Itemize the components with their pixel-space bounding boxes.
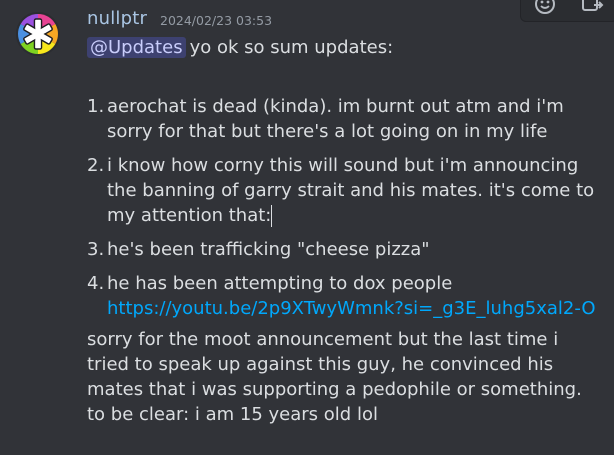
- list-item: 3. he's been trafficking "cheese pizza": [87, 237, 602, 262]
- update-list: 1. aerochat is dead (kinda). im burnt ou…: [87, 94, 602, 321]
- list-item-text: i know how corny this will sound but i'm…: [107, 155, 595, 226]
- rainbow-asterisk-icon: [16, 12, 60, 56]
- message-content: @Updates yo ok so sum updates: 1. aerocha…: [87, 35, 602, 427]
- add-reaction-icon: [535, 0, 555, 14]
- list-number: 3.: [87, 239, 105, 260]
- username[interactable]: nullptr: [87, 8, 147, 29]
- message-toolbar: [520, 0, 614, 22]
- message-timestamp: 2024/02/23 03:53: [160, 13, 273, 28]
- intro-text: yo ok so sum updates:: [189, 37, 394, 58]
- list-number: 4.: [87, 273, 105, 294]
- list-item-text: aerochat is dead (kinda). im burnt out a…: [107, 96, 564, 142]
- forward-button[interactable]: [578, 0, 608, 19]
- forward-icon: [582, 0, 604, 11]
- footer-text: sorry for the moot announcement but the …: [87, 329, 582, 425]
- avatar[interactable]: [16, 12, 60, 56]
- add-reaction-button[interactable]: [530, 0, 560, 19]
- role-mention[interactable]: @Updates: [87, 37, 186, 58]
- text-cursor: [271, 205, 273, 227]
- list-item: 1. aerochat is dead (kinda). im burnt ou…: [87, 94, 602, 144]
- list-number: 1.: [87, 96, 105, 117]
- list-item-text: he's been trafficking "cheese pizza": [107, 239, 430, 260]
- list-item: 4. he has been attempting to dox people …: [87, 271, 602, 321]
- chat-message: nullptr 2024/02/23 03:53 @Updates yo ok s…: [0, 0, 614, 455]
- message-first-line: @Updates yo ok so sum updates:: [87, 35, 602, 65]
- list-item: 2. i know how corny this will sound but …: [87, 153, 602, 228]
- list-item-text: he has been attempting to dox people: [107, 273, 453, 294]
- youtube-link[interactable]: https://youtu.be/2p9XTwyWmnk?si=_g3E_luh…: [107, 298, 596, 319]
- list-number: 2.: [87, 155, 105, 176]
